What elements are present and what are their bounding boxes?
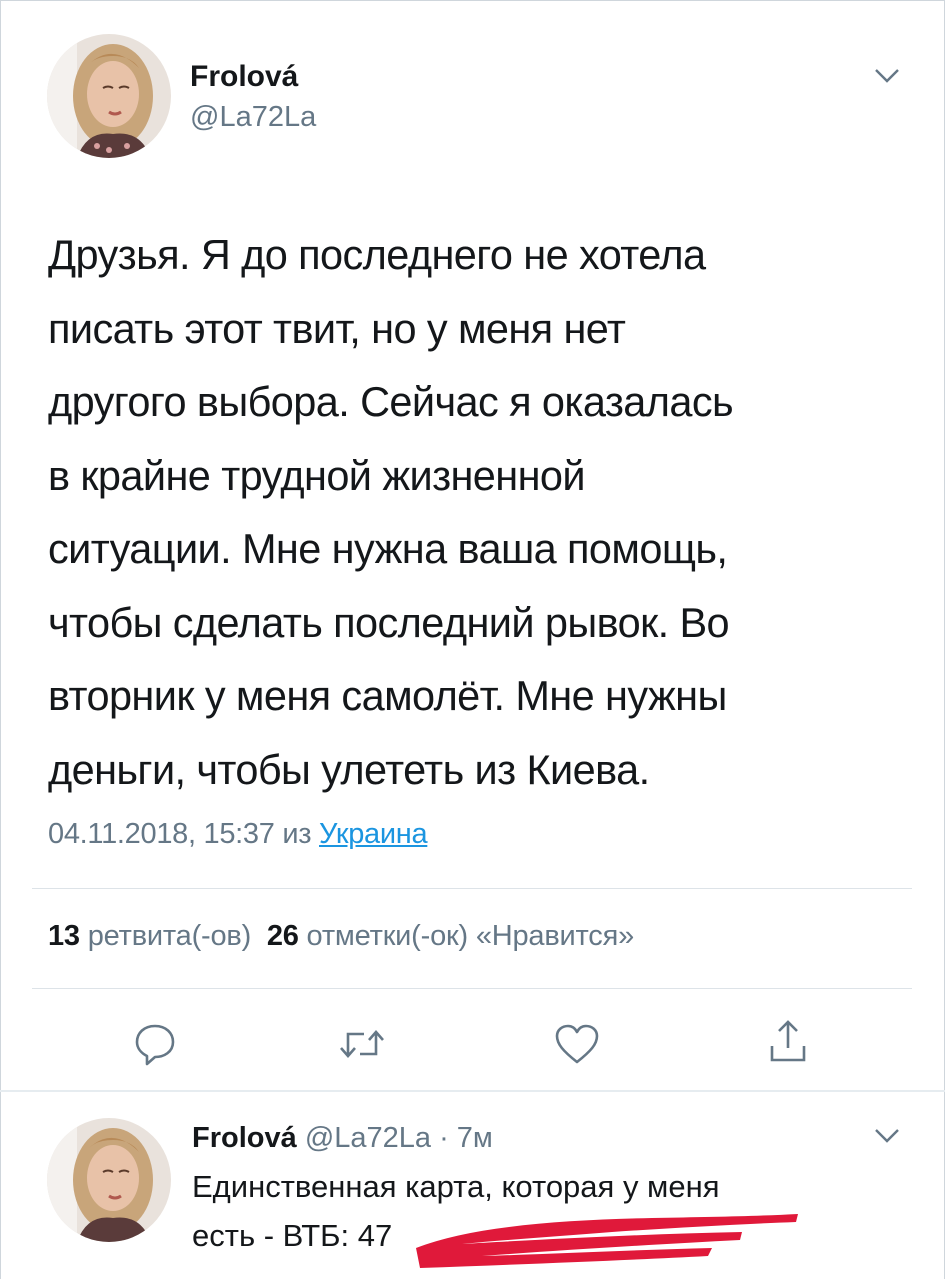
likes-count: 26 <box>266 920 299 952</box>
share-icon[interactable] <box>766 1018 810 1069</box>
tweet-timestamp: 04.11.2018, 15:37 из <box>48 818 312 850</box>
retweets-count: 13 <box>48 920 80 952</box>
reply-avatar[interactable] <box>47 1118 171 1242</box>
chevron-down-icon[interactable] <box>874 68 900 89</box>
tweet-meta: 04.11.2018, 15:37 из Украина <box>48 818 428 851</box>
retweets-stat[interactable]: 13 ретвита(-ов) <box>48 920 251 952</box>
retweet-icon[interactable] <box>338 1026 386 1067</box>
chevron-down-icon[interactable] <box>874 1128 900 1149</box>
divider <box>32 888 912 889</box>
divider <box>32 988 912 989</box>
tweet-stats: 13 ретвита(-ов) 26 отметки(-ок) «Нравитс… <box>48 920 634 953</box>
tweet-text: Друзья. Я до последнего не хотела писать… <box>48 231 734 793</box>
likes-label: отметки(-ок) «Нравится» <box>306 920 635 952</box>
reply-author-name[interactable]: Frolová <box>192 1122 297 1154</box>
author-name[interactable]: Frolová <box>190 60 298 94</box>
author-handle[interactable]: @La72La <box>190 101 316 134</box>
likes-stat[interactable]: 26 отметки(-ок) «Нравится» <box>267 920 634 952</box>
reply-meta: @La72La · 7м <box>304 1122 493 1154</box>
avatar[interactable] <box>47 34 171 158</box>
reply-text-line2: есть - ВТБ: 47 <box>192 1218 393 1253</box>
heart-icon[interactable] <box>553 1022 601 1071</box>
reply-header: Frolová @La72La · 7м <box>192 1122 493 1155</box>
reply-icon[interactable] <box>133 1022 177 1071</box>
location-link[interactable]: Украина <box>319 818 428 850</box>
redaction-scribble <box>412 1210 802 1275</box>
reply-text-line1: Единственная карта, которая у меня <box>192 1169 720 1204</box>
retweets-label: ретвита(-ов) <box>87 920 252 952</box>
section-separator <box>0 1090 945 1092</box>
